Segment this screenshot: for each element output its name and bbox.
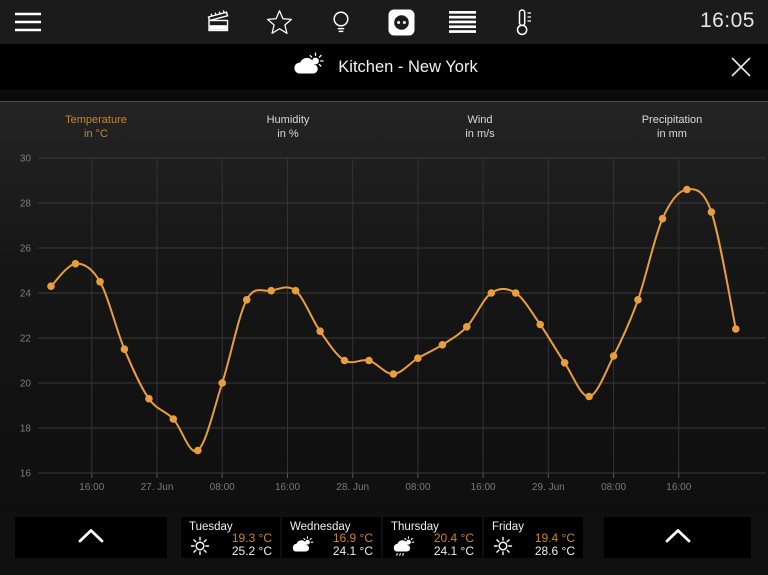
forecast-card-tuesday[interactable]: Tuesday 19.3 °C 25.2 °C — [181, 517, 280, 558]
list-icon[interactable] — [449, 8, 476, 36]
svg-text:16: 16 — [20, 469, 32, 480]
bulb-icon[interactable] — [327, 8, 354, 36]
title-bar: Kitchen - New York — [0, 44, 768, 90]
svg-text:16:00: 16:00 — [471, 482, 496, 493]
collapse-right-button[interactable] — [604, 517, 751, 558]
temperature-line-chart: 16 18 20 22 24 26 28 30 16:00 27. Jun 08:00 16:00 28… — [20, 154, 766, 493]
chevron-up-icon — [76, 527, 106, 549]
svg-text:30: 30 — [20, 154, 32, 165]
rain-sun-icon — [391, 536, 415, 563]
collapse-left-button[interactable] — [15, 517, 167, 558]
svg-text:18: 18 — [20, 424, 32, 435]
svg-text:08:00: 08:00 — [210, 482, 235, 493]
close-icon[interactable] — [730, 56, 752, 78]
star-icon[interactable] — [266, 8, 293, 36]
svg-text:20: 20 — [20, 379, 32, 390]
svg-text:16:00: 16:00 — [275, 482, 300, 493]
svg-text:08:00: 08:00 — [601, 482, 626, 493]
svg-text:28. Jun: 28. Jun — [336, 482, 369, 493]
tab-humidity[interactable]: Humidity in % — [192, 113, 384, 141]
svg-text:16:00: 16:00 — [79, 482, 104, 493]
svg-text:22: 22 — [20, 334, 32, 345]
cloud-sun-icon — [290, 536, 314, 561]
chevron-up-icon — [663, 527, 693, 549]
svg-text:26: 26 — [20, 244, 32, 255]
forecast-card-friday[interactable]: Friday 19.4 °C 28.6 °C — [484, 517, 583, 558]
tab-temperature[interactable]: Temperature in °C — [0, 113, 192, 141]
sun-icon — [189, 536, 211, 561]
top-icon-row — [205, 0, 537, 44]
weather-app-window: 16:05 Kitchen - New York Temperature in … — [0, 0, 768, 575]
tab-wind[interactable]: Wind in m/s — [384, 113, 576, 141]
svg-text:16:00: 16:00 — [666, 482, 691, 493]
svg-text:08:00: 08:00 — [405, 482, 430, 493]
tab-precipitation[interactable]: Precipitation in mm — [576, 113, 768, 141]
forecast-card-thursday[interactable]: Thursday 20.4 °C 24.1 °C — [383, 517, 482, 558]
svg-text:27. Jun: 27. Jun — [141, 482, 174, 493]
thermometer-icon[interactable] — [510, 8, 537, 36]
forecast-bar: Tuesday 19.3 °C 25.2 °C Wednesday 16.9 °… — [0, 511, 768, 575]
svg-text:28: 28 — [20, 199, 32, 210]
forecast-cards: Tuesday 19.3 °C 25.2 °C Wednesday 16.9 °… — [181, 517, 583, 558]
svg-text:24: 24 — [20, 289, 32, 300]
sun-icon — [492, 536, 514, 561]
page-title: Kitchen - New York — [338, 57, 478, 76]
socket-icon[interactable] — [388, 8, 415, 36]
forecast-card-wednesday[interactable]: Wednesday 16.9 °C 24.1 °C — [282, 517, 381, 558]
menu-icon[interactable] — [13, 11, 43, 38]
clock: 16:05 — [699, 9, 755, 32]
chart-tabs: Temperature in °C Humidity in % Wind in … — [0, 102, 768, 141]
svg-text:29. Jun: 29. Jun — [532, 482, 565, 493]
top-bar: 16:05 — [0, 0, 768, 44]
partly-cloudy-icon — [290, 52, 324, 82]
scenes-icon[interactable] — [205, 8, 232, 36]
